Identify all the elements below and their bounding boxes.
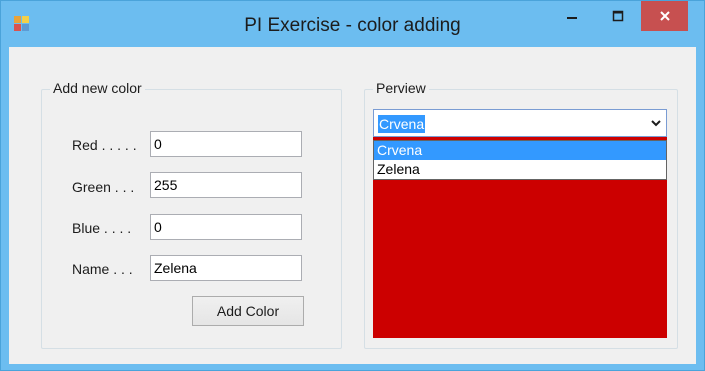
color-select-value: Crvena: [378, 115, 426, 133]
close-icon: [659, 11, 670, 21]
color-dropdown-list: Crvena Zelena: [373, 140, 667, 180]
blue-input[interactable]: [150, 214, 302, 240]
blue-label: Blue . . . .: [72, 220, 132, 236]
name-input[interactable]: [150, 255, 302, 281]
minimize-icon: [567, 17, 577, 19]
client-area: Add new color Red . . . . . Green . . . …: [9, 47, 696, 364]
dropdown-option[interactable]: Crvena: [374, 141, 666, 160]
red-input[interactable]: [150, 131, 302, 157]
green-input[interactable]: [150, 172, 302, 198]
title-bar[interactable]: PI Exercise - color adding: [1, 1, 704, 47]
dropdown-option[interactable]: Zelena: [374, 160, 666, 179]
color-select[interactable]: Crvena: [373, 109, 667, 137]
green-label: Green . . .: [72, 179, 135, 195]
app-window: PI Exercise - color adding Add new color…: [0, 0, 705, 371]
minimize-button[interactable]: [549, 1, 595, 31]
name-label: Name . . .: [72, 261, 133, 277]
preview-group-title: Perview: [373, 80, 429, 96]
maximize-icon: [612, 10, 624, 22]
close-button[interactable]: [641, 1, 688, 31]
chevron-down-icon: [651, 120, 661, 127]
combo-arrow[interactable]: [646, 110, 666, 136]
add-color-button[interactable]: Add Color: [192, 296, 304, 326]
maximize-button[interactable]: [595, 1, 641, 31]
add-new-color-group-title: Add new color: [50, 80, 145, 96]
red-label: Red . . . . .: [72, 137, 137, 153]
